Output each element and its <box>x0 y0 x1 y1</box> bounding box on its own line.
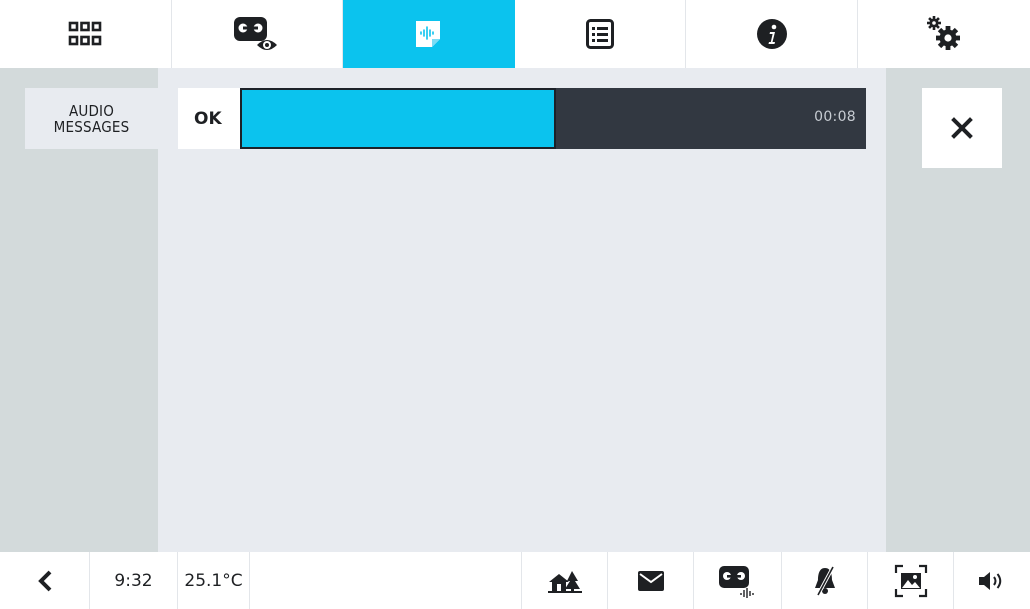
messages-button[interactable] <box>608 552 694 609</box>
volume-button[interactable] <box>954 552 1030 609</box>
voicemail-view-icon <box>233 17 277 50</box>
tab-settings[interactable] <box>858 0 1030 68</box>
tab-apps[interactable] <box>0 0 172 68</box>
bottom-status-bar: 9:32 25.1°C <box>0 552 1030 609</box>
tab-info[interactable] <box>686 0 858 68</box>
settings-icon <box>926 16 960 50</box>
voicemail-button[interactable] <box>694 552 782 609</box>
temperature: 25.1°C <box>178 552 250 609</box>
ringer-mute-button[interactable] <box>782 552 868 609</box>
apps-grid-icon <box>68 21 102 46</box>
tab-list[interactable] <box>515 0 687 68</box>
back-chevron-icon <box>37 570 51 591</box>
picture-frame-icon <box>894 564 927 597</box>
close-icon <box>951 117 973 139</box>
voicemail-audio-icon <box>718 565 754 598</box>
info-icon <box>756 19 787 49</box>
ok-button[interactable]: OK <box>178 88 240 149</box>
back-button[interactable] <box>0 552 90 609</box>
recording-time: 00:08 <box>814 109 856 125</box>
volume-icon <box>979 571 1002 590</box>
tab-audio-messages[interactable] <box>343 0 515 68</box>
audio-label-line1: AUDIO <box>68 101 115 120</box>
tab-video-messages[interactable] <box>172 0 344 68</box>
clock-time: 9:32 <box>90 552 178 609</box>
audio-message-icon <box>416 21 441 47</box>
top-navigation <box>0 0 1030 68</box>
progress-fill <box>240 88 556 149</box>
close-button[interactable] <box>922 88 1002 168</box>
recording-progress-bar: 00:08 <box>240 88 866 149</box>
home-icon <box>547 570 582 593</box>
bell-muted-icon <box>814 565 835 596</box>
audio-messages-label: AUDIO MESSAGES <box>25 88 158 149</box>
list-icon <box>586 19 615 49</box>
home-button[interactable] <box>522 552 608 609</box>
picture-frame-button[interactable] <box>868 552 954 609</box>
audio-label-line2: MESSAGES <box>53 117 130 136</box>
bottom-spacer <box>250 552 522 609</box>
mail-icon <box>637 570 664 591</box>
